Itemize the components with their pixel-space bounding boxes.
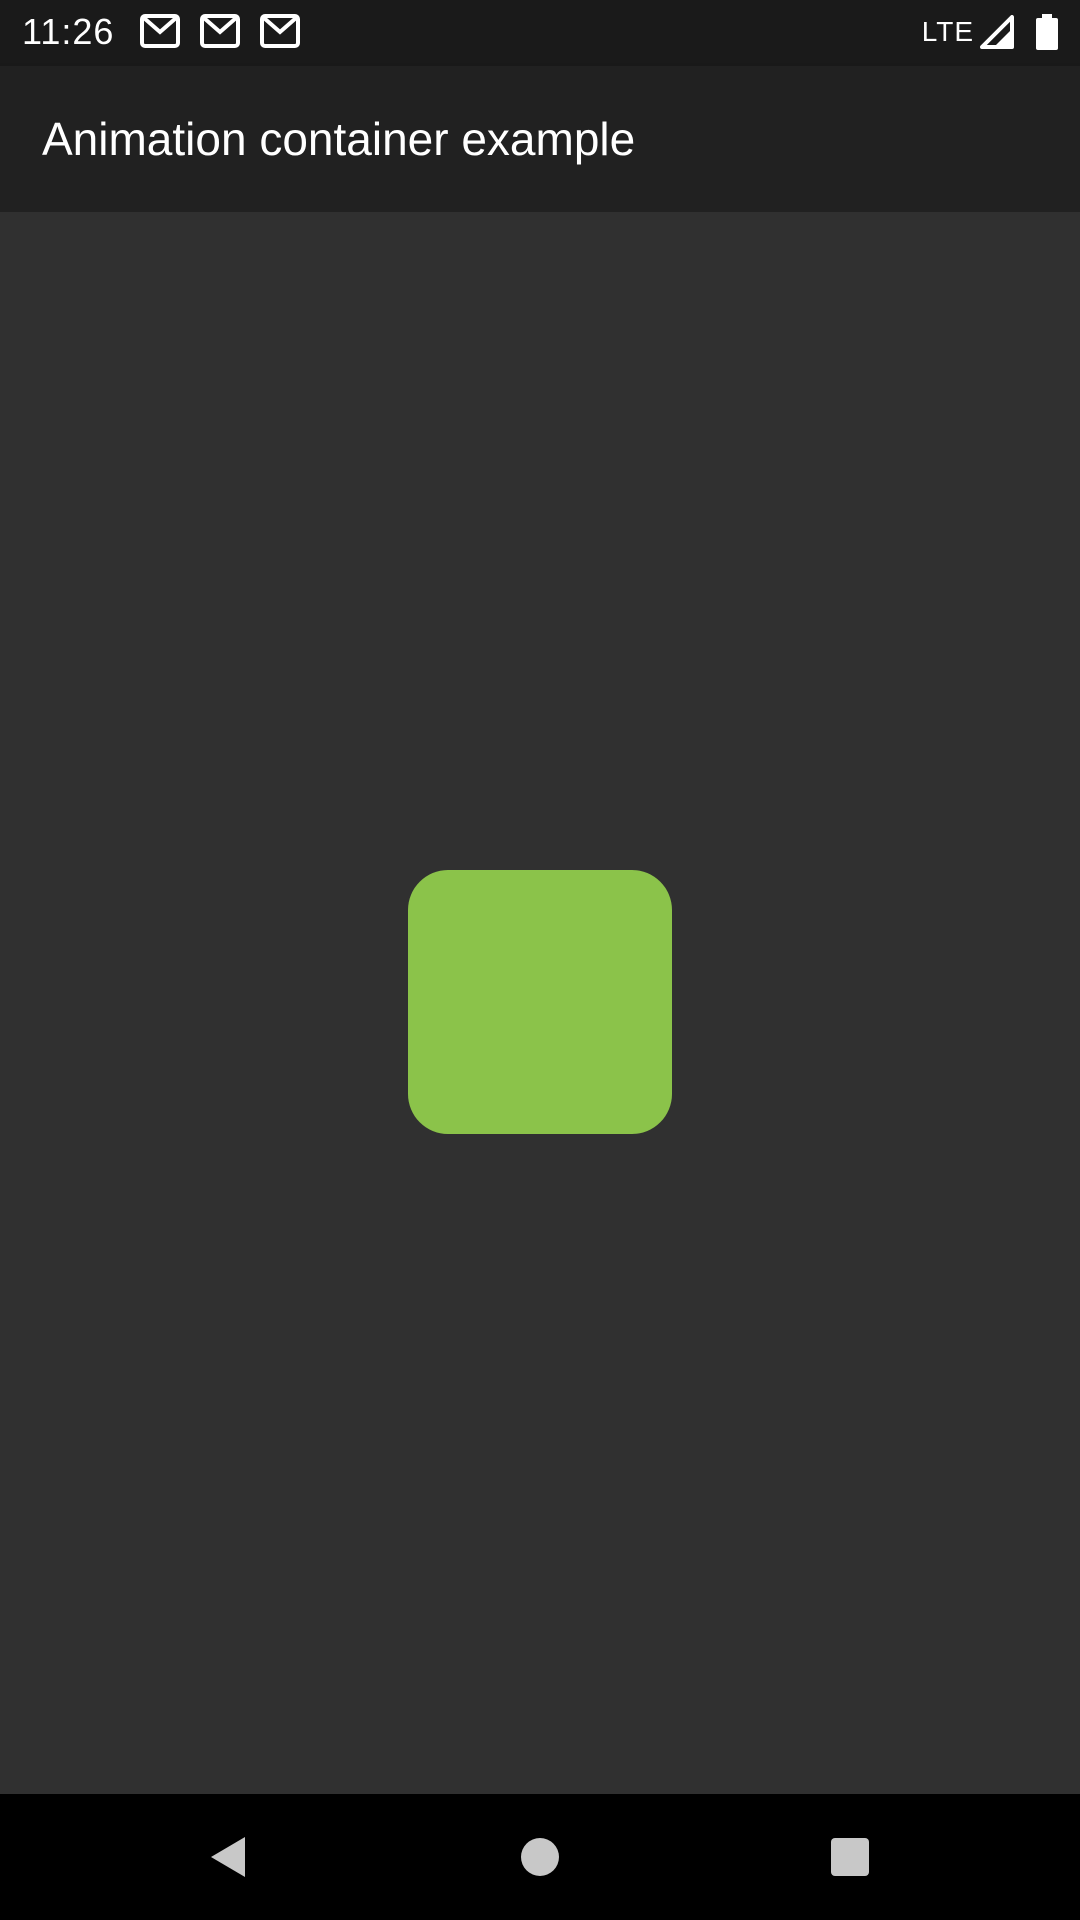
gmail-icon <box>200 14 240 48</box>
back-icon <box>211 1837 245 1877</box>
status-bar: 11:26 LTE <box>0 0 1080 66</box>
home-icon <box>521 1838 559 1876</box>
page-title: Animation container example <box>42 113 636 165</box>
navigation-bar <box>0 1794 1080 1920</box>
signal-icon <box>980 15 1014 49</box>
back-button[interactable] <box>192 1822 262 1892</box>
notification-icons <box>140 14 300 48</box>
animated-container[interactable] <box>408 870 672 1134</box>
status-time: 11:26 <box>22 11 115 52</box>
recents-icon <box>831 1838 869 1876</box>
recents-button[interactable] <box>815 1822 885 1892</box>
main-content <box>0 212 1080 1794</box>
battery-icon <box>1036 14 1058 50</box>
gmail-icon <box>140 14 180 48</box>
gmail-icon <box>260 14 300 48</box>
status-right: LTE <box>922 12 1060 52</box>
network-type: LTE <box>921 16 974 47</box>
app-bar: Animation container example <box>0 66 1080 212</box>
home-button[interactable] <box>505 1822 575 1892</box>
